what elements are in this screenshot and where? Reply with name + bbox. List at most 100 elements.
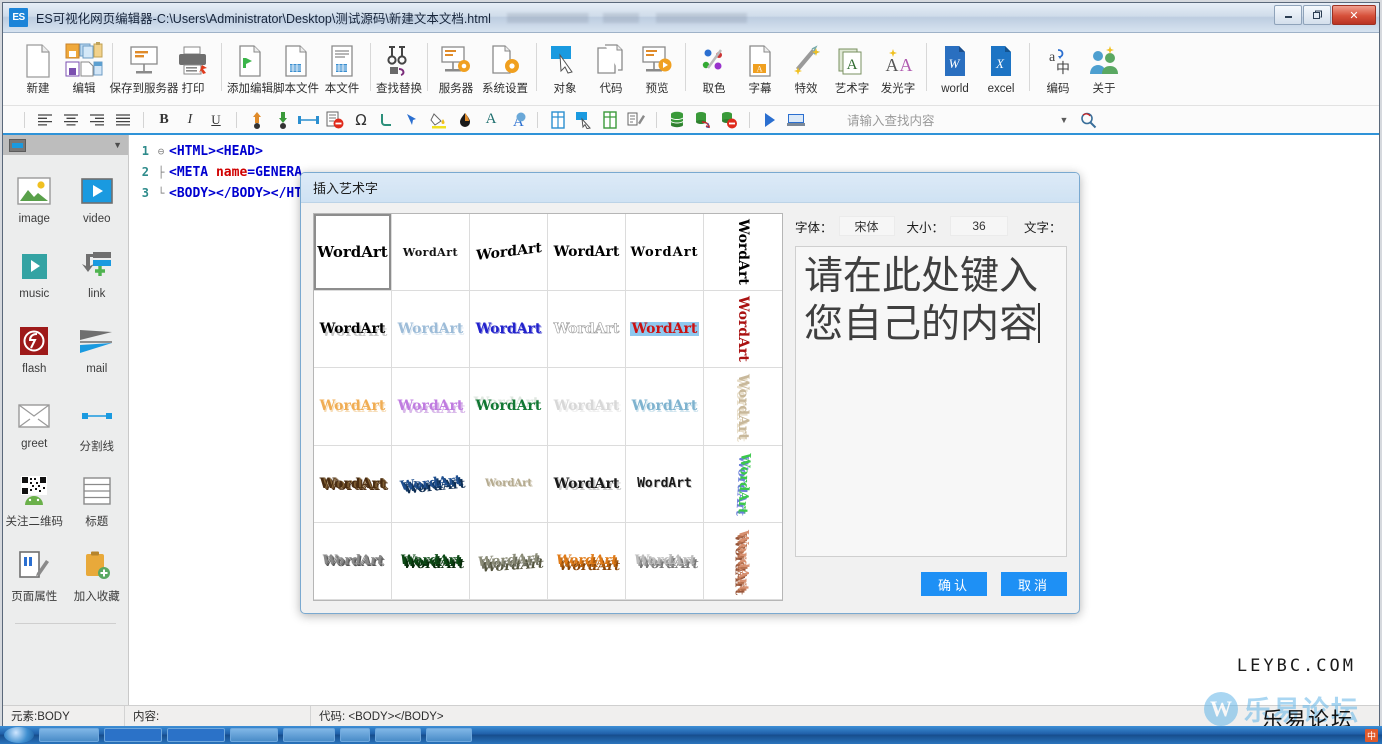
confirm-button[interactable]: 确认 [921, 572, 987, 596]
wordart-style-4[interactable]: WordArt [548, 214, 626, 292]
toolbar-button-add-edit[interactable]: 添加编辑 [227, 35, 273, 105]
font-select[interactable]: 宋体 [838, 216, 895, 236]
marquee-icon[interactable] [400, 108, 426, 132]
align-justify-icon[interactable] [110, 108, 136, 132]
wordart-style-18[interactable]: WordArt [704, 368, 782, 446]
taskbar-item[interactable] [283, 728, 335, 742]
toolbar-button-find-replace[interactable]: 查找替换 [376, 35, 422, 105]
wordart-style-16[interactable]: WordArt [548, 368, 626, 446]
toolbar-button-print[interactable]: 打印 [170, 35, 216, 105]
toolbar-button-special-effect[interactable]: 特效 [783, 35, 829, 105]
align-center-icon[interactable] [58, 108, 84, 132]
toolbar-button-world[interactable]: W world [932, 35, 978, 105]
toolbar-button-preview[interactable]: 预览 [634, 35, 680, 105]
close-button[interactable]: ✕ [1332, 5, 1376, 25]
cancel-button[interactable]: 取消 [1001, 572, 1067, 596]
wordart-style-1[interactable]: WordArt [314, 214, 392, 292]
toolbar-button-encoding[interactable]: a中 编码 [1035, 35, 1081, 105]
component-greet[interactable]: greet [3, 390, 66, 459]
select-pointer-icon[interactable] [571, 108, 597, 132]
taskbar-item[interactable] [167, 728, 225, 742]
delete-block-icon[interactable] [322, 108, 348, 132]
taskbar-item[interactable] [426, 728, 472, 742]
wordart-style-5[interactable]: WordArt [626, 214, 704, 292]
taskbar-item[interactable] [340, 728, 370, 742]
panel-collapse-icon[interactable]: ▼ [113, 140, 122, 150]
wordart-style-3[interactable]: WordArt [470, 214, 548, 292]
wordart-style-14[interactable]: WordArt [392, 368, 470, 446]
database-icon[interactable] [664, 108, 690, 132]
component-heading[interactable]: 标题 [66, 465, 129, 534]
align-right-icon[interactable] [84, 108, 110, 132]
search-input[interactable]: 请输入查找内容 [841, 109, 1053, 130]
anchor-icon[interactable] [374, 108, 400, 132]
wordart-style-23[interactable]: WordArt [626, 445, 704, 523]
ime-indicator[interactable]: 中 [1364, 728, 1378, 742]
database-delete-icon[interactable] [716, 108, 742, 132]
component-add-favorite[interactable]: 加入收藏 [66, 540, 129, 609]
size-input[interactable]: 36 [950, 216, 1009, 236]
component-page-properties[interactable]: 页面属性 [3, 540, 66, 609]
toolbar-button-excel[interactable]: X excel [978, 35, 1024, 105]
start-orb-icon[interactable] [4, 727, 34, 743]
fold-toggle-icon[interactable]: ⊖ [153, 145, 169, 158]
wordart-style-13[interactable]: WordArt [314, 368, 392, 446]
component-music[interactable]: music [3, 240, 66, 309]
browser-preview-icon[interactable] [783, 108, 809, 132]
wordart-style-17[interactable]: WordArt [626, 368, 704, 446]
horizontal-rule-icon[interactable] [296, 108, 322, 132]
wordart-style-25[interactable]: WordArt [314, 522, 392, 600]
toolbar-button-color-picker[interactable]: 取色 [691, 35, 737, 105]
wordart-text-input[interactable]: 请在此处键入您自己的内容 [795, 246, 1067, 557]
toolbar-button-server[interactable]: 服务器 [433, 35, 479, 105]
toolbar-button-subtitle[interactable]: A 字幕 [737, 35, 783, 105]
taskbar-item[interactable] [39, 728, 99, 742]
table-edit-icon[interactable] [623, 108, 649, 132]
taskbar-item[interactable] [104, 728, 162, 742]
taskbar-item[interactable] [230, 728, 278, 742]
wordart-style-8[interactable]: WordArt [392, 291, 470, 369]
table-row-icon[interactable] [597, 108, 623, 132]
wordart-style-6[interactable]: WordArt [704, 214, 782, 292]
underline-icon[interactable]: U [203, 108, 229, 132]
toolbar-button-edit[interactable]: 编辑 [61, 35, 107, 105]
wordart-style-21[interactable]: WordArt [470, 445, 548, 523]
font-style-icon[interactable]: A [504, 108, 530, 132]
font-color-icon[interactable]: A [478, 108, 504, 132]
taskbar-item[interactable] [375, 728, 421, 742]
align-left-icon[interactable] [32, 108, 58, 132]
wordart-style-22[interactable]: WordArt [548, 445, 626, 523]
component-qrcode[interactable]: 关注二维码 [3, 465, 66, 534]
component-image[interactable]: image [3, 165, 66, 234]
wordart-style-9[interactable]: WordArt [470, 291, 548, 369]
wordart-style-28[interactable]: WordArt [548, 522, 626, 600]
wordart-style-27[interactable]: WordArt [470, 522, 548, 600]
component-divider[interactable]: 分割线 [66, 390, 129, 459]
move-up-icon[interactable] [244, 108, 270, 132]
special-char-icon[interactable]: Ω [348, 108, 374, 132]
panel-header[interactable]: ▼ [3, 135, 128, 155]
wordart-style-11[interactable]: WordArt [626, 291, 704, 369]
wordart-style-2[interactable]: WordArt [392, 214, 470, 292]
component-video[interactable]: video [66, 165, 129, 234]
wordart-style-grid[interactable]: WordArt WordArt WordArt WordArt WordArt WordA… [313, 213, 783, 601]
component-flash[interactable]: flash [3, 315, 66, 384]
wordart-style-24[interactable]: WordArt [704, 445, 782, 523]
maximize-button[interactable] [1303, 5, 1331, 25]
toolbar-button-script-file[interactable]: 脚本文件 [273, 35, 319, 105]
database-sync-icon[interactable]: 2 [690, 108, 716, 132]
search-dropdown-icon[interactable]: ▼ [1053, 109, 1075, 130]
wordart-style-20[interactable]: WordArt [392, 445, 470, 523]
italic-icon[interactable]: I [177, 108, 203, 132]
component-mail[interactable]: mail [66, 315, 129, 384]
table-insert-icon[interactable] [545, 108, 571, 132]
toolbar-button-object[interactable]: 对象 [542, 35, 588, 105]
ink-drop-icon[interactable] [452, 108, 478, 132]
wordart-style-30[interactable]: WordArt [704, 522, 782, 600]
minimize-button[interactable] [1274, 5, 1302, 25]
toolbar-button-about[interactable]: 关于 [1081, 35, 1127, 105]
fill-color-icon[interactable] [426, 108, 452, 132]
wordart-style-10[interactable]: WordArt [548, 291, 626, 369]
search-go-icon[interactable] [1075, 108, 1101, 132]
wordart-style-26[interactable]: WordArt [392, 522, 470, 600]
